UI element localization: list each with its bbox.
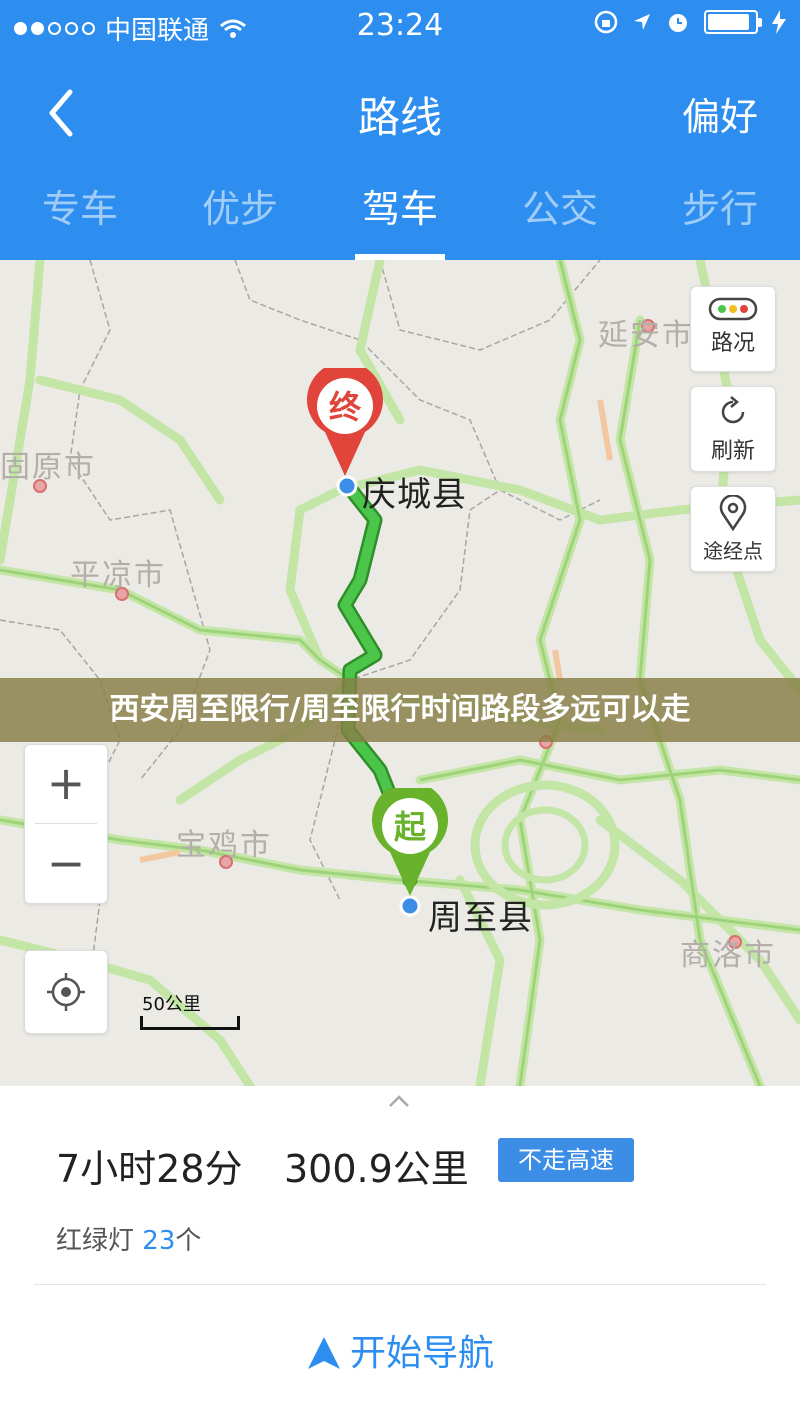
traffic-label: 路况 (710, 331, 755, 356)
start-place-label: 周至县 (428, 898, 533, 938)
refresh-label: 刷新 (710, 439, 755, 464)
overlay-banner: 西安周至限行/周至限行时间路段多远可以走 (0, 678, 800, 742)
tab-bus[interactable]: 公交 (480, 170, 640, 260)
start-marker: 起 (372, 788, 448, 896)
no-highway-badge: 不走高速 (498, 1138, 634, 1182)
charging-icon (772, 10, 786, 34)
top-bar: 中国联通 23:24 路线 偏好 专车 优步 驾车 公交 步行 (0, 0, 800, 260)
zoom-out-button[interactable]: − (25, 825, 107, 903)
traffic-lights-info: 红绿灯 23个 (56, 1220, 201, 1257)
chevron-up-icon[interactable] (388, 1094, 410, 1108)
city-shangluo: 商洛市 (680, 938, 776, 973)
traffic-lights-count: 23 (142, 1226, 176, 1256)
navigation-arrow-icon (307, 1337, 340, 1369)
tab-uber[interactable]: 优步 (160, 170, 320, 260)
tab-walk[interactable]: 步行 (640, 170, 800, 260)
nav-bar: 路线 偏好 (0, 68, 800, 158)
page-title: 路线 (357, 93, 442, 142)
transport-tabs: 专车 优步 驾车 公交 步行 (0, 170, 800, 260)
rotation-lock-icon (594, 10, 618, 34)
map-view[interactable]: 终 起 延安市 固原市 平凉市 宝鸡市 商洛市 庆城县 周至县 路况 刷新 途经… (0, 260, 800, 1086)
waypoint-button[interactable]: 途经点 (690, 486, 776, 572)
traffic-light-icon (708, 297, 758, 321)
refresh-icon (721, 396, 745, 424)
start-marker-label: 起 (394, 808, 427, 846)
city-yanan: 延安市 (598, 318, 694, 353)
tab-private-car[interactable]: 专车 (0, 170, 160, 260)
zoom-in-button[interactable]: + (25, 745, 107, 823)
preference-button[interactable]: 偏好 (682, 86, 758, 141)
start-navigation-button[interactable]: 开始导航 (0, 1324, 800, 1376)
route-summary-panel: 7小时28分 300.9公里 不走高速 红绿灯 23个 开始导航 (0, 1086, 800, 1420)
traffic-lights-unit: 个 (175, 1226, 202, 1256)
waypoint-pin-icon (719, 494, 747, 532)
city-guyuan: 固原市 (0, 450, 96, 485)
divider (34, 1284, 766, 1285)
locate-button[interactable] (24, 950, 108, 1034)
scale-bar (140, 1016, 240, 1030)
location-arrow-icon (634, 14, 650, 30)
refresh-button[interactable]: 刷新 (690, 386, 776, 472)
alarm-icon (669, 14, 687, 32)
traffic-button[interactable]: 路况 (690, 286, 776, 372)
city-baoji: 宝鸡市 (176, 828, 272, 863)
route-distance: 300.9公里 (284, 1147, 469, 1191)
status-bar: 中国联通 23:24 (0, 0, 800, 52)
route-duration: 7小时28分 (56, 1147, 243, 1191)
waypoint-label: 途经点 (703, 539, 763, 563)
start-navigation-label: 开始导航 (349, 1333, 494, 1374)
battery-icon (704, 10, 762, 34)
scale-label: 50公里 (142, 994, 201, 1015)
tab-drive[interactable]: 驾车 (320, 170, 480, 260)
end-place-label: 庆城县 (362, 475, 467, 515)
locate-icon (47, 973, 85, 1011)
city-pingliang: 平凉市 (70, 558, 166, 593)
zoom-controls: + − (24, 744, 108, 904)
traffic-lights-label: 红绿灯 (56, 1226, 135, 1256)
end-marker: 终 (307, 368, 383, 476)
end-marker-label: 终 (329, 388, 362, 426)
